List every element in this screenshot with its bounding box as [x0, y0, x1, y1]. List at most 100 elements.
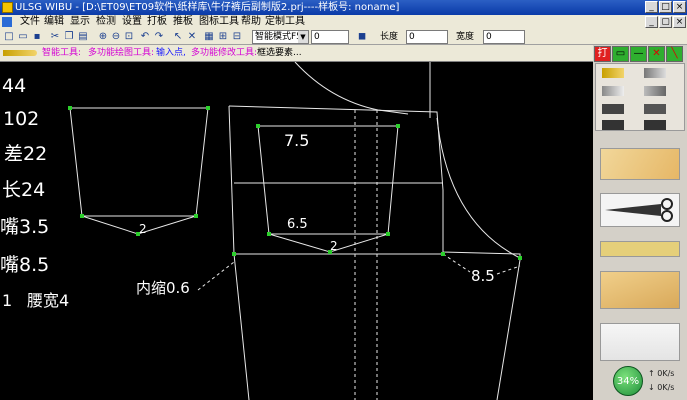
dim-pocket-bottom: 2	[139, 222, 147, 236]
left-label-index: 1	[2, 291, 12, 310]
mdi-minimize-button[interactable]: _	[645, 16, 658, 28]
cut-icon[interactable]: ✂	[49, 31, 61, 43]
save-icon[interactable]: ▪	[31, 31, 43, 43]
crotch-curve	[436, 117, 521, 259]
menu-icon-tools[interactable]: 图标工具	[199, 15, 239, 29]
side-leader-b	[496, 265, 521, 275]
node-point	[80, 214, 84, 218]
menu-help[interactable]: 帮助	[241, 15, 261, 29]
drawing-tools-panel	[595, 63, 685, 131]
mdi-close-button[interactable]: ×	[673, 16, 686, 28]
menu-custom-tools[interactable]: 定制工具	[265, 15, 305, 29]
node-point	[518, 256, 522, 260]
mdi-restore-button[interactable]: ▢	[659, 16, 672, 28]
network-speed-indicator[interactable]: 34%	[613, 366, 643, 396]
node-point	[386, 232, 390, 236]
redo-icon[interactable]: ↷	[153, 31, 165, 43]
left-label-mouth-b: 嘴8.5	[0, 254, 49, 276]
zoom-in-icon[interactable]: ⊕	[97, 31, 109, 43]
ruler-icon[interactable]: ⊟	[231, 31, 243, 43]
node-point	[194, 214, 198, 218]
new-file-icon[interactable]: □	[3, 31, 15, 43]
length-label: 长度	[380, 32, 399, 42]
right-tool-panel: 打 ▭ — ✕ ╲	[593, 45, 687, 400]
status-smart-tool: 智能工具:	[42, 48, 82, 58]
pattern-cut-tool-icon[interactable]	[600, 148, 680, 180]
pin-icon[interactable]	[644, 120, 666, 130]
clip-icon[interactable]	[602, 120, 624, 130]
chevron-down-icon[interactable]: ▼	[298, 31, 308, 43]
app-icon[interactable]	[2, 2, 13, 13]
grid-icon[interactable]: ▦	[203, 31, 215, 43]
dim-inner-shrink: 内缩0.6	[136, 279, 190, 297]
zoom-out-icon[interactable]: ⊖	[110, 31, 122, 43]
menu-file[interactable]: 文件	[20, 15, 40, 29]
snap-icon[interactable]: ◼	[356, 31, 368, 43]
status-modify-tool: 多功能修改工具:	[191, 48, 258, 58]
menu-check[interactable]: 检测	[96, 15, 116, 29]
toolbar: □ ▭ ▪ ✂ ❐ ▤ ⊕ ⊖ ⊡ ↶ ↷ ↖ ✕ ▦ ⊞ ⊟ 智能模式F5 ▼…	[0, 29, 687, 45]
leg-inner-right	[496, 259, 521, 400]
maximize-button[interactable]: □	[659, 1, 672, 13]
title-bar: ULSG WIBU - [D:\ET09\ET09软件\纸样库\牛仔裤后副制版2…	[0, 0, 687, 15]
paste-icon[interactable]: ▤	[77, 31, 89, 43]
fabric-tool-icon[interactable]	[600, 271, 680, 309]
scissors-small-icon[interactable]	[602, 104, 624, 114]
mode-value-input[interactable]: 0	[311, 30, 349, 44]
copy-icon[interactable]: ❐	[63, 31, 75, 43]
node-point	[206, 106, 210, 110]
cross-tool-icon[interactable]: ✕	[648, 46, 665, 62]
slash-tool-icon[interactable]: ╲	[666, 46, 683, 62]
line-tool-icon[interactable]: —	[630, 46, 647, 62]
sewing-basket-icon[interactable]	[600, 323, 680, 361]
menu-grading[interactable]: 推板	[173, 15, 193, 29]
status-input-point: 输入点,	[156, 48, 186, 58]
status-box-select: 框选要素...	[257, 48, 302, 58]
upload-speed-value: 0K/s	[657, 369, 675, 378]
frame-tool-icon[interactable]: ▭	[612, 46, 629, 62]
ruler-tool-icon[interactable]	[600, 241, 680, 257]
menu-edit[interactable]: 编辑	[44, 15, 64, 29]
pen-tool-icon[interactable]	[644, 68, 666, 78]
pencil-tool-icon[interactable]	[602, 68, 624, 78]
node-point	[256, 124, 260, 128]
open-folder-icon[interactable]: ▭	[17, 31, 29, 43]
scissors-tool-icon[interactable]	[600, 193, 680, 227]
zoom-fit-icon[interactable]: ⊡	[123, 31, 135, 43]
upload-speed: ↑ 0K/s	[648, 369, 675, 378]
knife-tool-icon[interactable]	[602, 86, 624, 96]
menu-settings[interactable]: 设置	[122, 15, 142, 29]
width-label: 宽度	[456, 32, 475, 42]
undo-icon[interactable]: ↶	[139, 31, 151, 43]
window-title: ULSG WIBU - [D:\ET09\ET09软件\纸样库\牛仔裤后副制版2…	[15, 2, 400, 13]
pencil-icon	[3, 50, 37, 56]
dim-yoke-mid: 6.5	[287, 217, 308, 232]
width-input[interactable]: 0	[483, 30, 525, 44]
mode-select[interactable]: 智能模式F5 ▼	[252, 30, 309, 44]
delete-icon[interactable]: ✕	[186, 31, 198, 43]
compass-icon[interactable]	[644, 104, 666, 114]
close-button[interactable]: ×	[673, 1, 686, 13]
pocket-piece-left	[69, 107, 209, 217]
status-draw-tool: 多功能绘图工具:	[88, 48, 155, 58]
dim-yoke-bottom: 2	[330, 239, 338, 253]
select-arrow-icon[interactable]: ↖	[172, 31, 184, 43]
document-icon[interactable]	[2, 17, 12, 27]
left-label-diff: 差22	[4, 143, 47, 165]
menu-bar: 文件 编辑 显示 检测 设置 打板 推板 图标工具 帮助 定制工具 _ ▢ ×	[0, 15, 687, 29]
smart-tool-icon[interactable]: 打	[594, 46, 611, 62]
left-label-waist: 腰宽4	[27, 291, 69, 310]
menu-pattern[interactable]: 打板	[147, 15, 167, 29]
dim-side-right: 8.5	[471, 267, 495, 285]
blade-tool-icon[interactable]	[644, 86, 666, 96]
node-point	[441, 252, 445, 256]
minimize-button[interactable]: _	[645, 1, 658, 13]
drawing-canvas[interactable]: 44 102 差22 长24 嘴3.5 嘴8.5 1 腰宽4 2 7.5 6.5…	[0, 62, 593, 400]
node-point	[232, 252, 236, 256]
prompt-bar: 智能工具: 多功能绘图工具: 输入点, 多功能修改工具: 框选要素...	[0, 45, 593, 62]
length-input[interactable]: 0	[406, 30, 448, 44]
menu-view[interactable]: 显示	[70, 15, 90, 29]
left-label-mouth-a: 嘴3.5	[0, 216, 49, 238]
back-panel-left-edge	[228, 105, 235, 255]
measure-icon[interactable]: ⊞	[217, 31, 229, 43]
